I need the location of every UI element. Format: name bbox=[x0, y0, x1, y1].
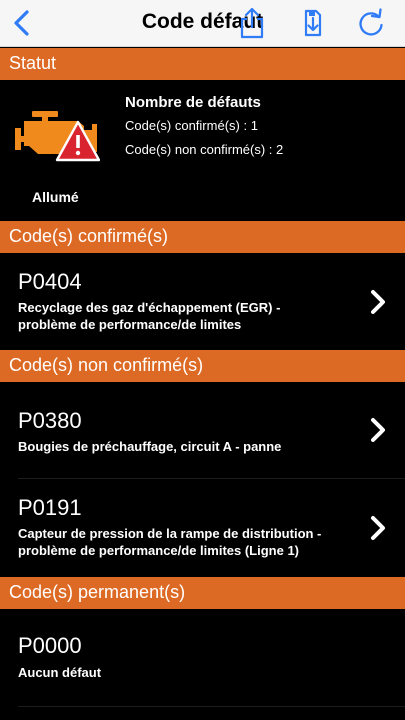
code-description-line: problème de performance/de limites (Lign… bbox=[18, 543, 300, 558]
section-header-permanent: Code(s) permanent(s) bbox=[0, 577, 405, 609]
section-header-status: Statut bbox=[0, 48, 405, 80]
section-header-unconfirmed: Code(s) non confirmé(s) bbox=[0, 350, 405, 382]
chevron-right-icon bbox=[371, 418, 385, 442]
chevron-right-icon bbox=[371, 290, 385, 314]
code-row-p0380[interactable]: P0380 Bougies de préchauffage, circuit A… bbox=[0, 382, 405, 479]
save-download-icon[interactable] bbox=[297, 6, 329, 40]
code-description-line: problème de performance/de limites bbox=[18, 317, 242, 332]
code-description: Bougies de préchauffage, circuit A - pan… bbox=[18, 438, 358, 455]
mil-lamp-state: Allumé bbox=[32, 189, 79, 205]
code-description-line: Aucun défaut bbox=[18, 665, 102, 680]
navigation-bar: Code défaut bbox=[0, 0, 405, 47]
code-description: Aucun défaut bbox=[18, 664, 358, 681]
code-description: Capteur de pression de la rampe de distr… bbox=[18, 525, 358, 559]
share-icon[interactable] bbox=[236, 6, 268, 40]
code-id: P0404 bbox=[18, 269, 82, 294]
code-row-p0191[interactable]: P0191 Capteur de pression de la rampe de… bbox=[0, 479, 405, 577]
code-id: P0191 bbox=[18, 495, 82, 520]
chevron-left-icon[interactable] bbox=[8, 8, 38, 38]
page-title: Code défaut bbox=[141, 10, 264, 33]
code-description-line: Recyclage des gaz d'échappement (EGR) - bbox=[18, 300, 281, 315]
unconfirmed-count: Code(s) non confirmé(s) : 2 bbox=[125, 142, 284, 157]
fault-count-title: Nombre de défauts bbox=[125, 94, 261, 111]
code-id: P0000 bbox=[18, 633, 82, 658]
code-id: P0380 bbox=[18, 408, 82, 433]
section-header-confirmed: Code(s) confirmé(s) bbox=[0, 221, 405, 253]
code-row-p0404[interactable]: P0404 Recyclage des gaz d'échappement (E… bbox=[0, 253, 405, 350]
code-row-p0000: P0000 Aucun défaut bbox=[0, 609, 405, 707]
check-engine-warning-icon bbox=[15, 111, 100, 162]
code-description-line: Bougies de préchauffage, circuit A - pan… bbox=[18, 439, 282, 454]
chevron-right-icon bbox=[371, 516, 385, 540]
code-description-line: Capteur de pression de la rampe de distr… bbox=[18, 526, 322, 541]
code-description: Recyclage des gaz d'échappement (EGR) - … bbox=[18, 299, 358, 333]
refresh-icon[interactable] bbox=[355, 6, 387, 40]
confirmed-count: Code(s) confirmé(s) : 1 bbox=[125, 118, 258, 133]
row-divider bbox=[18, 706, 405, 707]
